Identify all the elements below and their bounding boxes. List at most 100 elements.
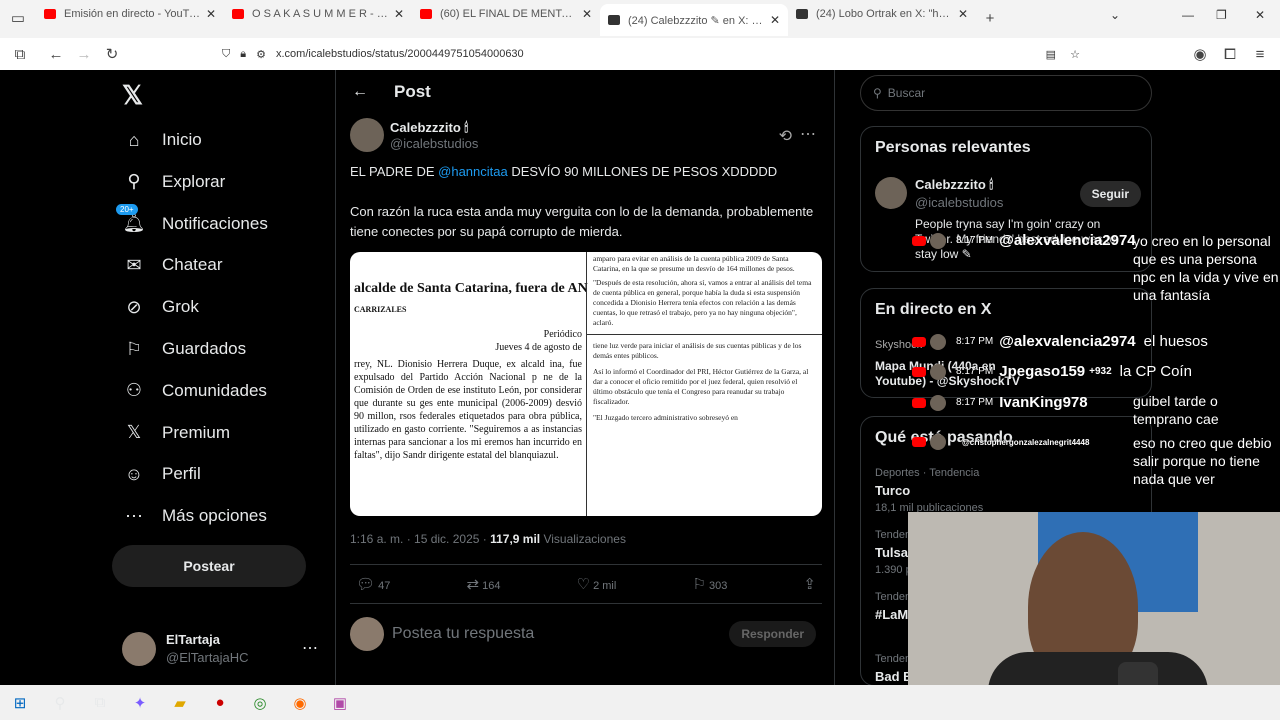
nav-item-más-opciones[interactable]: ⋯ Más opciones — [122, 496, 267, 536]
tweet-image[interactable]: alcalde de Santa Catarina, fuera de AN C… — [350, 252, 822, 516]
nav-item-inicio[interactable]: ⌂ Inicio — [122, 120, 202, 160]
reader-icon[interactable]: ▤ — [1046, 48, 1056, 61]
search-icon: ⚲ — [127, 171, 141, 192]
new-tab-button[interactable]: + — [976, 4, 1004, 32]
close-tab-icon[interactable]: ✕ — [394, 7, 404, 21]
grok-explain-icon[interactable]: ⟲ — [779, 126, 792, 146]
site-info-icon[interactable]: ⚙ — [256, 48, 266, 61]
youtube-icon — [912, 235, 926, 246]
windows-start-icon[interactable]: ⊞ — [0, 685, 40, 720]
nav-label: Guardados — [162, 339, 247, 358]
more-icon[interactable]: ⋯ — [302, 638, 318, 658]
app-icon[interactable]: ● — [200, 685, 240, 720]
youtube-icon — [912, 437, 926, 447]
reply-button[interactable]: 💬︎ 47 — [356, 575, 390, 593]
close-tab-icon[interactable]: ✕ — [206, 7, 216, 21]
chat-username: @alexvalencia2974 — [999, 232, 1136, 249]
avatar — [122, 632, 156, 666]
relevant-name[interactable]: Calebzzzito 🕯 — [915, 177, 993, 193]
chat-overlay-message: guibel tarde o temprano cae — [1133, 393, 1219, 427]
newspaper-left: alcalde de Santa Catarina, fuera de AN C… — [354, 281, 588, 462]
close-tab-icon[interactable]: ✕ — [958, 7, 968, 21]
account-icon[interactable]: ◉ — [1186, 40, 1214, 68]
chat-message: la CP Coín — [1119, 363, 1192, 380]
avatar[interactable] — [875, 177, 907, 209]
post-button[interactable]: Postear — [112, 545, 306, 587]
nav-item-notificaciones[interactable]: 🔔︎ 20+ Notificaciones — [116, 203, 268, 244]
newspaper-right: amparo para evitar en análisis de la cue… — [586, 252, 822, 516]
shield-icon[interactable]: ⛉ — [222, 48, 230, 61]
author-handle[interactable]: @icalebstudios — [390, 136, 478, 151]
like-button[interactable]: ♡ 2 mil — [577, 575, 617, 593]
chat-username: @alexvalencia2974 — [999, 333, 1136, 350]
nav-item-comunidades[interactable]: ⚇ Comunidades — [122, 371, 267, 411]
browser-tab[interactable]: (60) EL FINAL DE MENTA - RES ✕ — [412, 0, 600, 28]
extensions-icon[interactable]: ⧠ — [1216, 40, 1244, 68]
lock-icon[interactable]: 🔒︎ — [240, 48, 246, 61]
firefox-icon[interactable]: ◉ — [280, 685, 320, 720]
reply-input[interactable]: Postea tu respuesta — [392, 625, 534, 643]
address-bar[interactable]: ⛉ 🔒︎ ⚙ x.com/icalebstudios/status/200044… — [222, 41, 1092, 67]
follow-button[interactable]: Seguir — [1079, 181, 1141, 207]
back-arrow-icon[interactable]: ← — [352, 83, 368, 101]
maximize-button[interactable]: ❐ — [1216, 8, 1227, 22]
tab-title: (60) EL FINAL DE MENTA - RES — [440, 8, 576, 20]
bookmark-button[interactable]: ⚐ 303 — [692, 575, 727, 593]
tab-actions-icon[interactable]: ▭ — [4, 4, 32, 32]
search-icon[interactable]: ⚲ — [40, 685, 80, 720]
browser-tab[interactable]: Emisión en directo - YouTube S ✕ — [36, 0, 224, 28]
reply-composer: Postea tu respuesta Responder — [350, 614, 822, 654]
share-icon[interactable]: ⇪ — [803, 575, 816, 593]
chrome-icon[interactable]: ◎ — [240, 685, 280, 720]
browser-tab[interactable]: (24) Calebzzzito ✎ en X: "EL P ✕ — [600, 4, 788, 36]
chat-badge: +932 — [1089, 366, 1112, 377]
url-text[interactable]: x.com/icalebstudios/status/2000449751054… — [276, 48, 524, 60]
close-window-button[interactable]: ✕ — [1255, 8, 1265, 22]
author-name[interactable]: Calebzzzito 🕯 — [390, 120, 478, 136]
account-handle: @ElTartajaHC — [166, 650, 249, 665]
mention-link[interactable]: @hanncitaa — [438, 164, 508, 179]
bookmark-icon: ⚐ — [692, 576, 706, 593]
nav-item-perfil[interactable]: ☺ Perfil — [122, 454, 201, 494]
back-button[interactable]: ← — [42, 40, 70, 68]
grok-icon: ⊘ — [126, 296, 142, 317]
nav-item-chatear[interactable]: ✉ Chatear — [122, 245, 222, 285]
close-tab-icon[interactable]: ✕ — [770, 13, 780, 27]
nav-item-guardados[interactable]: ⚐ Guardados — [122, 329, 246, 369]
home-icon: ⌂ — [128, 129, 140, 150]
repost-button[interactable]: ⇄ 164 — [466, 575, 500, 593]
menu-icon[interactable]: ≡ — [1246, 40, 1274, 68]
nav-item-grok[interactable]: ⊘ Grok — [122, 287, 198, 327]
trend-item[interactable]: Deportes · Tendencia Turco 18,1 mil public… — [875, 467, 983, 514]
nav-item-premium[interactable]: 𝕏 Premium — [122, 413, 230, 453]
copilot-icon[interactable]: ✦ — [120, 685, 160, 720]
youtube-icon — [912, 336, 926, 347]
trend-meta: Deportes · Tendencia — [875, 467, 980, 479]
minimize-button[interactable]: — — [1182, 8, 1194, 22]
browser-tab[interactable]: (24) Lobo Ortrak en X: "https:/ ✕ — [788, 0, 976, 28]
tab-list-icon[interactable]: ⌄ — [1110, 8, 1120, 22]
file-explorer-icon[interactable]: ▰ — [160, 685, 200, 720]
tweet-meta: 1:16 a. m. · 15 dic. 2025 · 117,9 mil Vi… — [350, 532, 626, 546]
page-title: Post — [394, 82, 431, 101]
search-input[interactable]: ⚲ Buscar — [860, 75, 1152, 111]
reload-button[interactable]: ↻ — [98, 40, 126, 68]
close-tab-icon[interactable]: ✕ — [582, 7, 592, 21]
relevant-handle[interactable]: @icalebstudios — [915, 195, 1003, 210]
obs-icon[interactable]: ▣ — [320, 685, 360, 720]
account-switcher[interactable]: ElTartaja @ElTartajaHC ⋯ — [122, 630, 322, 670]
tweet-more-icon[interactable]: ⋯ — [800, 124, 816, 144]
nav-item-explorar[interactable]: ⚲ Explorar — [122, 162, 225, 202]
nav-label: Chatear — [162, 255, 223, 275]
sidebar-toggle-icon[interactable]: ⧉ — [6, 40, 34, 68]
author-avatar[interactable] — [350, 118, 384, 152]
reply-submit-button[interactable]: Responder — [729, 621, 816, 647]
task-view-icon[interactable]: ⧉ — [80, 685, 120, 720]
forward-button[interactable]: → — [70, 40, 98, 68]
browser-tab[interactable]: O S A K A S U M M E R - Disc ✕ — [224, 0, 412, 28]
x-logo-icon[interactable]: 𝕏 — [122, 80, 143, 111]
bell-icon: 🔔︎ 20+ — [116, 203, 146, 236]
notification-badge: 20+ — [116, 203, 138, 215]
avatar — [930, 232, 946, 249]
bookmark-star-icon[interactable]: ☆ — [1070, 48, 1080, 61]
